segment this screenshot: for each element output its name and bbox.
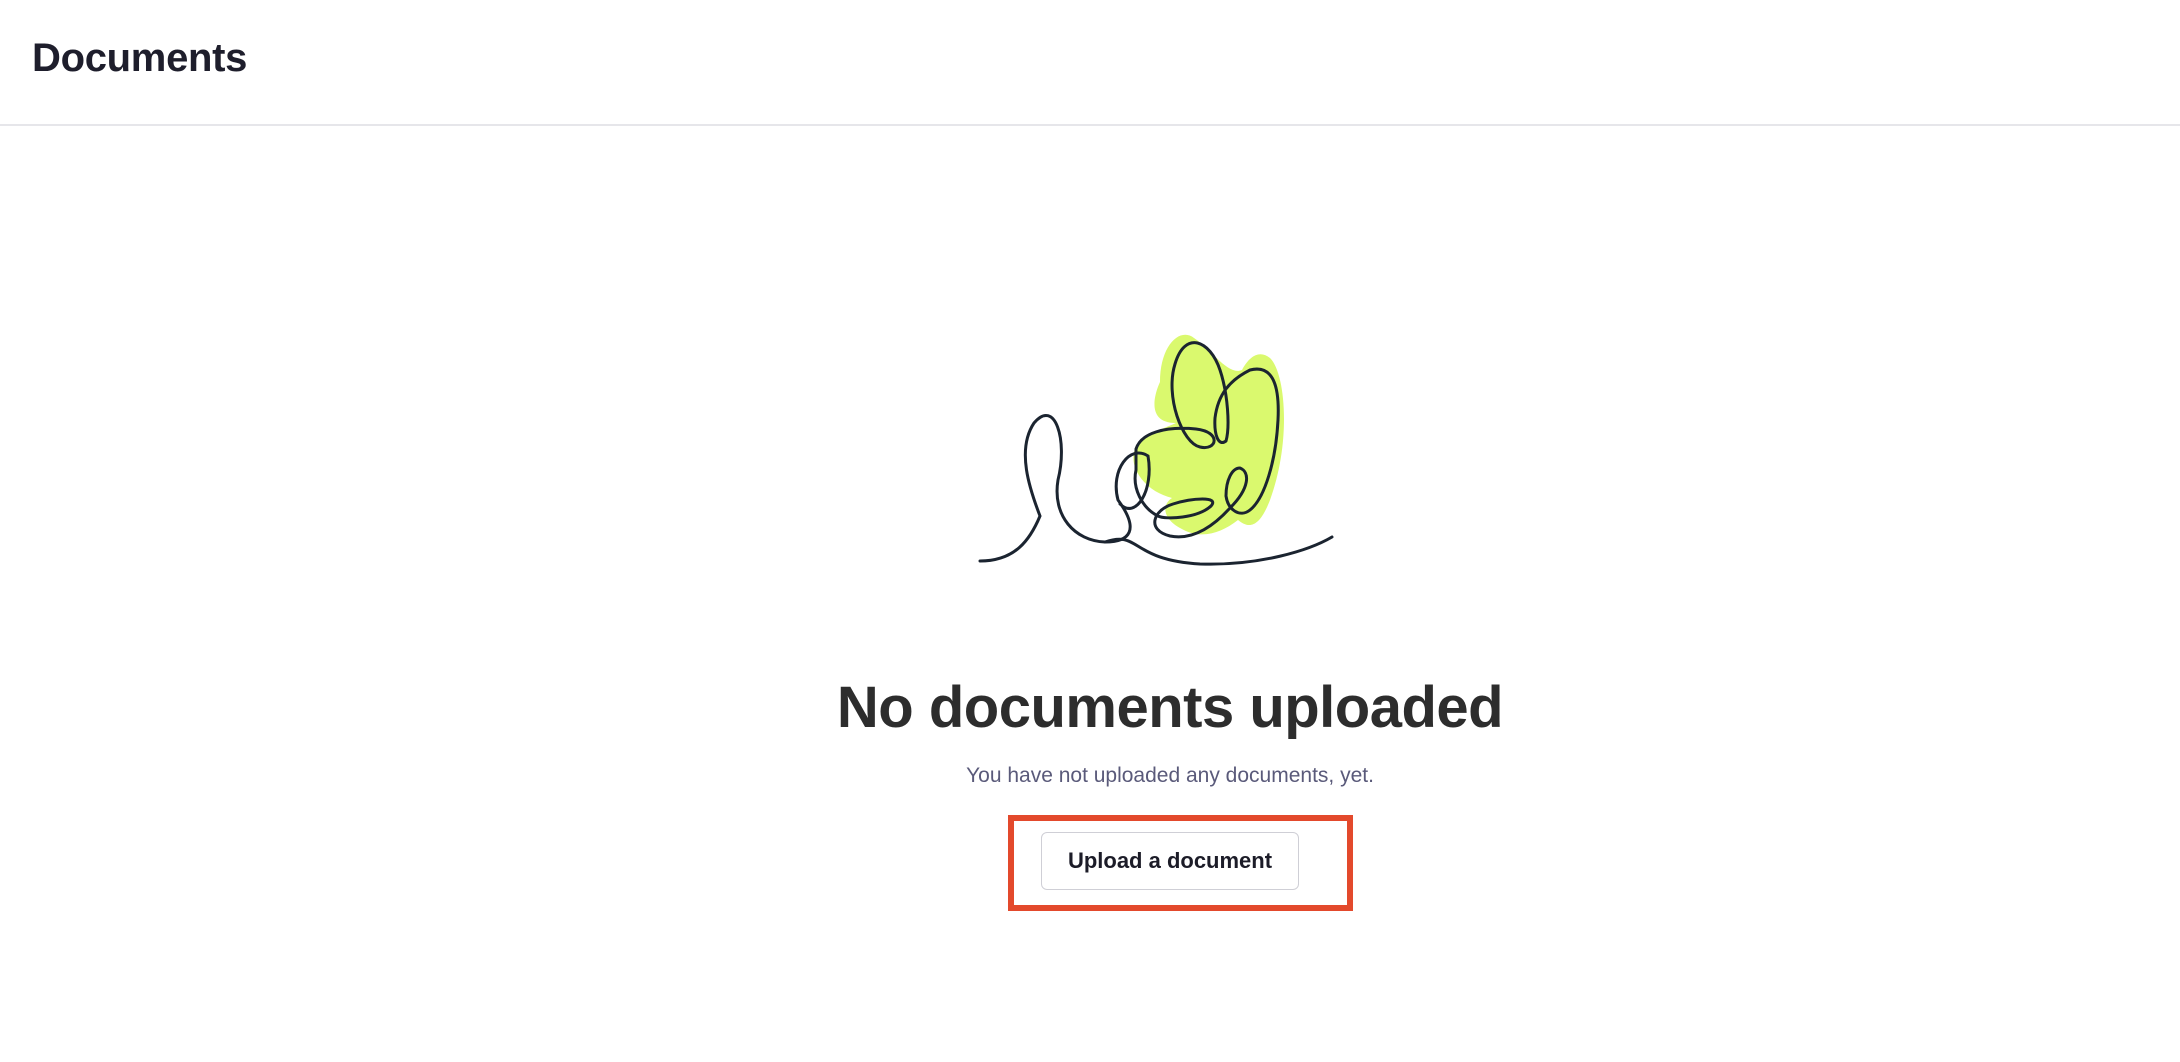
page-header: Documents <box>0 0 2180 126</box>
empty-state-title: No documents uploaded <box>836 675 1504 740</box>
scribble-leaf-illustration-icon <box>960 320 1380 580</box>
upload-document-button[interactable]: Upload a document <box>1041 832 1299 890</box>
page-title: Documents <box>32 36 248 80</box>
empty-state-subtitle: You have not uploaded any documents, yet… <box>966 764 1374 787</box>
